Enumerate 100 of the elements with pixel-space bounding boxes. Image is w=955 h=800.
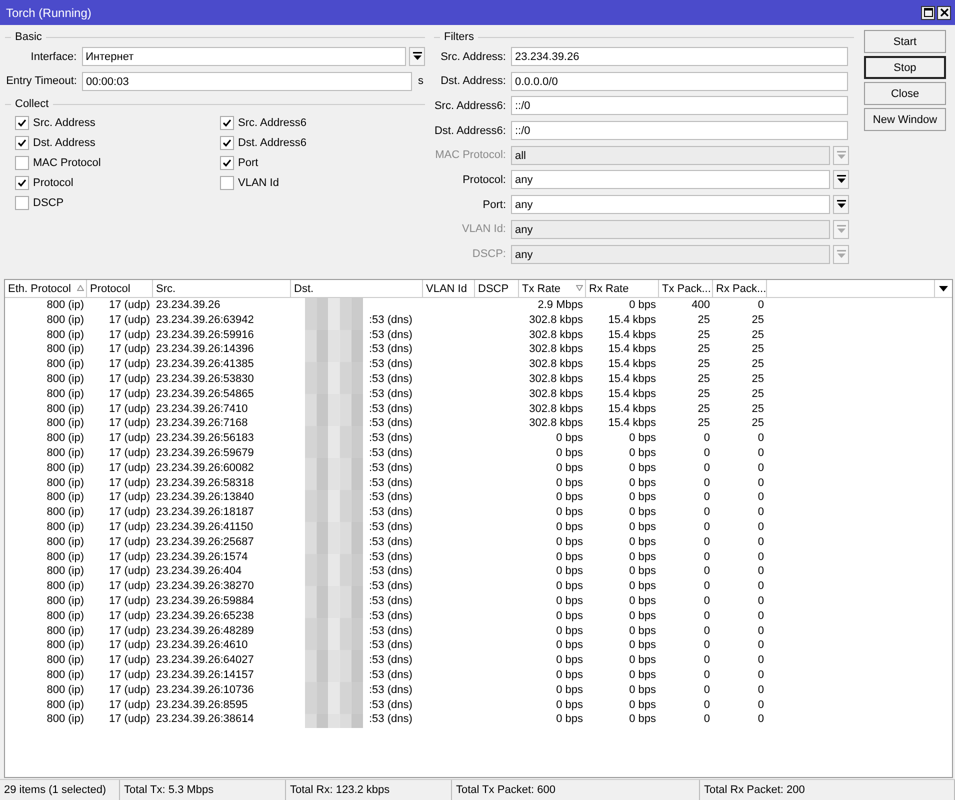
checkbox[interactable] xyxy=(220,156,234,170)
column-header[interactable]: Tx Rate xyxy=(519,280,586,297)
action-button[interactable]: Stop xyxy=(864,56,946,79)
close-button[interactable] xyxy=(937,6,951,20)
dropdown-button[interactable] xyxy=(833,195,849,214)
table-cell: 0 bps xyxy=(629,639,656,652)
checkbox[interactable] xyxy=(15,196,29,210)
checkbox[interactable] xyxy=(220,136,234,150)
table-cell: 0 bps xyxy=(629,565,656,578)
status-text: 29 items (1 selected) xyxy=(4,784,106,796)
table-cell: 800 (ip) xyxy=(46,520,84,533)
column-header[interactable]: Eth. Protocol xyxy=(5,280,87,297)
table-cell: 17 (udp) xyxy=(109,402,150,415)
column-header[interactable]: VLAN Id xyxy=(423,280,475,297)
table-cell: :53 (dns) xyxy=(369,580,412,592)
column-header[interactable]: Protocol xyxy=(87,280,153,297)
table-cell: :53 (dns) xyxy=(369,432,412,444)
table-cell: 23.234.39.26:60082 xyxy=(156,462,254,474)
address-field[interactable]: ::/0 xyxy=(511,96,848,116)
table-cell: 0 bps xyxy=(556,565,583,578)
table-cell: 15.4 kbps xyxy=(608,372,656,385)
table-cell: 800 (ip) xyxy=(46,343,84,356)
timeout-field[interactable]: 00:00:03 xyxy=(82,72,412,91)
column-header[interactable]: Src. xyxy=(153,280,291,297)
table-cell: 25 xyxy=(752,358,764,370)
address-field[interactable]: 0.0.0.0/0 xyxy=(511,72,848,91)
table-cell: 17 (udp) xyxy=(109,624,150,637)
table-cell: 17 (udp) xyxy=(109,491,150,504)
table-cell: 0 xyxy=(758,462,764,474)
table-cell: 23.234.39.26:63942 xyxy=(156,314,254,326)
table-cell: 0 xyxy=(758,299,764,311)
table-cell: :53 (dns) xyxy=(369,536,412,548)
status-text: Total Tx Packet: 600 xyxy=(456,784,556,796)
checkbox-label: Port xyxy=(238,157,258,170)
table-cell: 15.4 kbps xyxy=(608,358,656,370)
table-cell: 0 bps xyxy=(556,506,583,518)
dropdown-button[interactable] xyxy=(833,170,849,190)
table-cell: 0 xyxy=(704,654,710,666)
caret-icon xyxy=(836,250,846,258)
table-cell: 800 (ip) xyxy=(46,506,84,518)
field-label: Interface: xyxy=(30,50,78,62)
table-cell: :53 (dns) xyxy=(369,328,412,341)
table-cell: 800 (ip) xyxy=(46,668,84,681)
checkbox-label: DSCP xyxy=(33,197,64,210)
column-header[interactable]: Rx Rate xyxy=(586,280,659,297)
interface-field[interactable]: Интернет xyxy=(82,47,406,66)
checkbox[interactable] xyxy=(15,176,29,190)
select-field[interactable]: any xyxy=(511,195,830,214)
action-button[interactable]: Close xyxy=(864,82,946,105)
checkbox[interactable] xyxy=(15,136,29,150)
table-cell: 25 xyxy=(752,314,764,326)
checkbox-label: Src. Address xyxy=(33,117,96,130)
table-cell: 800 (ip) xyxy=(46,491,84,504)
checkbox[interactable] xyxy=(220,176,234,190)
table-cell: :53 (dns) xyxy=(369,684,412,696)
dropdown-button[interactable] xyxy=(409,47,425,66)
table-cell: 0 xyxy=(704,520,710,533)
table-cell: :53 (dns) xyxy=(369,550,412,563)
table-cell: 15.4 kbps xyxy=(608,402,656,415)
checkbox[interactable] xyxy=(15,156,29,170)
table-cell: 0 bps xyxy=(556,594,583,607)
column-header[interactable]: Tx Pack... xyxy=(659,280,713,297)
column-header[interactable]: DSCP xyxy=(475,280,519,297)
table-cell: 800 (ip) xyxy=(46,328,84,341)
table-cell: 17 (udp) xyxy=(109,713,150,726)
table-cell: 0 xyxy=(704,506,710,518)
table-cell: 23.234.39.26:18187 xyxy=(156,506,254,518)
table-cell: 800 (ip) xyxy=(46,654,84,666)
table-cell: 15.4 kbps xyxy=(608,314,656,326)
table-cell: 0 bps xyxy=(629,654,656,666)
table-cell: 0 bps xyxy=(556,520,583,533)
caret-icon xyxy=(836,175,846,184)
caret-icon xyxy=(412,52,422,61)
table-cell: 15.4 kbps xyxy=(608,343,656,356)
table-cell: 0 xyxy=(758,580,764,592)
table-cell: 0 xyxy=(704,684,710,696)
table-cell: 0 xyxy=(704,550,710,563)
column-header[interactable]: Rx Pack... xyxy=(713,280,767,297)
table-cell: 25 xyxy=(752,372,764,385)
address-field[interactable]: 23.234.39.26 xyxy=(511,47,848,66)
action-button[interactable]: New Window xyxy=(864,108,946,131)
table-cell: 17 (udp) xyxy=(109,314,150,326)
action-button[interactable]: Start xyxy=(864,30,946,53)
table-cell: 17 (udp) xyxy=(109,610,150,622)
select-field[interactable]: any xyxy=(511,170,830,190)
table-cell: 800 (ip) xyxy=(46,639,84,652)
checkbox-label: Dst. Address6 xyxy=(238,137,306,150)
table-cell: 0 bps xyxy=(629,476,656,489)
table-cell: 800 (ip) xyxy=(46,299,84,311)
column-header[interactable]: Dst. xyxy=(291,280,423,297)
checkbox[interactable] xyxy=(15,116,29,130)
checkbox[interactable] xyxy=(220,116,234,130)
table-cell: 17 (udp) xyxy=(109,520,150,533)
table-cell: 0 bps xyxy=(629,684,656,696)
address-field[interactable]: ::/0 xyxy=(511,121,848,140)
table-cell: :53 (dns) xyxy=(369,343,412,356)
table-cell: 0 xyxy=(758,668,764,681)
field-label: Dst. Address6: xyxy=(434,124,507,137)
maximize-button[interactable] xyxy=(921,6,935,20)
checkbox-label: Dst. Address xyxy=(33,137,96,150)
